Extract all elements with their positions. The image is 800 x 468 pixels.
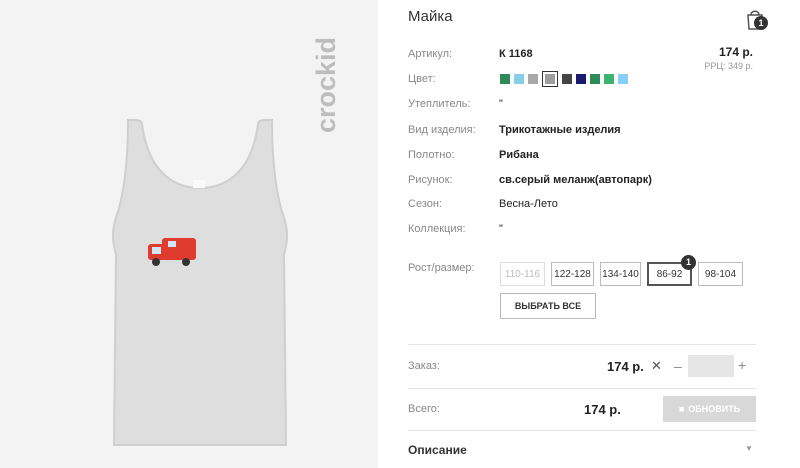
color-swatch[interactable] [562,74,572,84]
color-swatches [500,71,628,87]
collection-label: Коллекция: [408,223,466,235]
rrp-price: РРЦ: 349 р. [704,61,753,71]
total-price: 174 р. [584,402,621,417]
decrement-button[interactable]: – [674,358,682,374]
pattern-value: св.серый меланж(автопарк) [499,174,652,186]
update-button[interactable]: ■ ОБНОВИТЬ [663,396,756,422]
color-swatch[interactable] [542,71,558,87]
season-value: Весна-Лето [499,198,558,210]
insulation-value: " [499,98,503,110]
divider [408,344,756,345]
product-info: Майка 1 Артикул: К 1168 174 р. РРЦ: 349 … [408,0,768,468]
collection-value: " [499,223,503,235]
description-toggle[interactable]: Описание [408,443,467,457]
color-swatch[interactable] [590,74,600,84]
select-all-button[interactable]: ВЫБРАТЬ ВСЕ [500,293,596,319]
product-price: 174 р. [718,45,753,59]
brand-logo: crockid [311,37,341,133]
size-option[interactable]: 134-140 [600,262,641,286]
product-title: Майка [408,8,453,25]
divider [408,430,756,431]
color-swatch[interactable] [604,74,614,84]
type-label: Вид изделия: [408,124,476,136]
article-label: Артикул: [408,48,453,60]
size-option[interactable]: 98-104 [698,262,743,286]
insulation-label: Утеплитель: [408,98,471,110]
color-swatch[interactable] [500,74,510,84]
remove-icon[interactable]: ✕ [651,358,662,374]
size-option[interactable]: 86-92 1 [647,255,696,286]
product-image-panel: crockid [0,0,378,468]
size-count-badge: 1 [681,255,696,270]
size-label: Рост/размер: [408,262,475,274]
season-label: Сезон: [408,198,442,210]
color-label: Цвет: [408,73,436,85]
svg-text:crockid: crockid [311,37,341,133]
color-swatch[interactable] [514,74,524,84]
cart-count-badge: 1 [754,16,768,30]
increment-button[interactable]: + [738,357,746,373]
article-value: К 1168 [499,48,533,60]
pattern-label: Рисунок: [408,174,453,186]
quantity-input[interactable] [688,355,734,377]
product-photo [112,119,288,446]
fabric-label: Полотно: [408,149,455,161]
color-swatch[interactable] [618,74,628,84]
color-swatch[interactable] [576,74,586,84]
divider [408,388,756,389]
fabric-value: Рибана [499,149,539,161]
size-option[interactable]: 122-128 [551,262,594,286]
size-options: 110-116 122-128 134-140 86-92 1 98-104 [500,255,743,286]
color-swatch[interactable] [528,74,538,84]
order-label: Заказ: [408,360,440,372]
update-label: ОБНОВИТЬ [688,404,741,414]
total-label: Всего: [408,403,440,415]
order-price: 174 р. [607,359,644,374]
cart-small-icon: ■ [678,404,685,414]
size-option[interactable]: 110-116 [500,262,545,286]
chevron-down-icon[interactable]: ▼ [745,444,753,453]
type-value: Трикотажные изделия [499,124,621,136]
